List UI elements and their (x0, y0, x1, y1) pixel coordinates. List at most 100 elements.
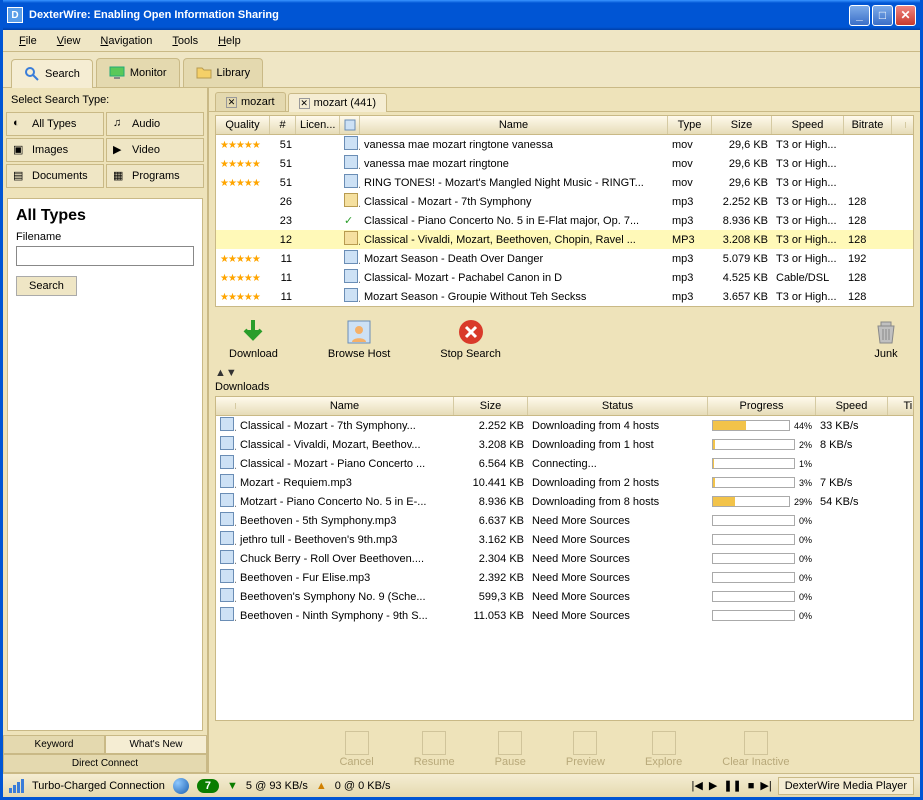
resume-icon (422, 731, 446, 755)
download-row[interactable]: Mozart - Requiem.mp310.441 KBDownloading… (216, 473, 913, 492)
menu-navigation[interactable]: Navigation (92, 33, 160, 49)
resume-button[interactable]: Resume (414, 731, 455, 768)
col-size[interactable]: Size (712, 116, 772, 134)
type-documents[interactable]: ▤Documents (6, 164, 104, 188)
preview-button[interactable]: Preview (566, 731, 605, 768)
search-icon (24, 66, 40, 82)
clear-inactive-button[interactable]: Clear Inactive (722, 731, 789, 768)
media-next-button[interactable]: ▶| (760, 779, 771, 792)
stop-search-button[interactable]: Stop Search (440, 318, 501, 360)
col-name[interactable]: Name (360, 116, 668, 134)
col-type[interactable]: Type (668, 116, 712, 134)
tab-direct-connect[interactable]: Direct Connect (3, 754, 207, 773)
browse-host-button[interactable]: Browse Host (328, 318, 390, 360)
downloads-table: Name Size Status Progress Speed Time Cla… (215, 396, 914, 721)
file-icon (216, 569, 236, 586)
cancel-button[interactable]: Cancel (339, 731, 373, 768)
statusbar: Turbo-Charged Connection 7 ▼5 @ 93 KB/s … (3, 773, 920, 797)
menu-tools[interactable]: Tools (164, 33, 206, 49)
download-row[interactable]: Classical - Vivaldi, Mozart, Beethov...3… (216, 435, 913, 454)
tab-library[interactable]: Library (183, 58, 264, 87)
media-stop-button[interactable]: ■ (748, 780, 755, 792)
clear-icon (744, 731, 768, 755)
col-speed[interactable]: Speed (772, 116, 844, 134)
menu-help[interactable]: Help (210, 33, 249, 49)
col-icon[interactable] (340, 116, 360, 134)
result-row[interactable]: ★★★★★11Mozart Season - Groupie Without T… (216, 287, 913, 306)
search-tab[interactable]: ✕mozart (441) (288, 93, 387, 112)
col-num[interactable]: # (270, 116, 296, 134)
media-play-button[interactable]: ▶ (709, 779, 717, 792)
filename-input[interactable] (16, 246, 194, 266)
result-row[interactable]: 23✓Classical - Piano Concerto No. 5 in E… (216, 211, 913, 230)
result-row[interactable]: ★★★★★51RING TONES! - Mozart's Mangled Ni… (216, 173, 913, 192)
result-row[interactable]: ★★★★★11Classical- Mozart - Pachabel Cano… (216, 268, 913, 287)
pause-button[interactable]: Pause (495, 731, 526, 768)
download-row[interactable]: Beethoven - Fur Elise.mp32.392 KBNeed Mo… (216, 568, 913, 587)
close-button[interactable]: ✕ (895, 5, 916, 26)
downloads-label: Downloads (209, 378, 920, 396)
search-button[interactable]: Search (16, 276, 77, 296)
menu-view[interactable]: View (49, 33, 89, 49)
type-programs[interactable]: ▦Programs (106, 164, 204, 188)
download-row[interactable]: Beethoven's Symphony No. 9 (Sche...599,3… (216, 587, 913, 606)
media-player-label[interactable]: DexterWire Media Player (778, 777, 914, 795)
tab-monitor[interactable]: Monitor (96, 58, 180, 87)
download-row[interactable]: jethro tull - Beethoven's 9th.mp33.162 K… (216, 530, 913, 549)
upload-stats: 0 @ 0 KB/s (335, 780, 391, 792)
type-icon: ▤ (13, 169, 27, 183)
dlcol-time[interactable]: Time (888, 397, 914, 415)
results-body[interactable]: ★★★★★51vanessa mae mozart ringtone vanes… (216, 135, 913, 306)
right-panel: ✕mozart✕mozart (441) Quality # Licen... … (209, 88, 920, 773)
minimize-button[interactable]: _ (849, 5, 870, 26)
download-arrow-icon: ▼ (227, 780, 238, 792)
result-actions: Download Browse Host Stop Search Junk (209, 310, 920, 368)
dlcol-progress[interactable]: Progress (708, 397, 816, 415)
titlebar[interactable]: D DexterWire: Enabling Open Information … (3, 0, 920, 30)
menubar: File View Navigation Tools Help (3, 30, 920, 52)
type-icon: ◐ (13, 117, 27, 131)
type-images[interactable]: ▣Images (6, 138, 104, 162)
cancel-icon (345, 731, 369, 755)
dlcol-status[interactable]: Status (528, 397, 708, 415)
col-quality[interactable]: Quality (216, 116, 270, 134)
download-row[interactable]: Beethoven - 5th Symphony.mp36.637 KBNeed… (216, 511, 913, 530)
result-row[interactable]: 12Classical - Vivaldi, Mozart, Beethoven… (216, 230, 913, 249)
file-icon (216, 512, 236, 529)
type-audio[interactable]: ♫Audio (106, 112, 204, 136)
explore-button[interactable]: Explore (645, 731, 682, 768)
tab-search[interactable]: Search (11, 59, 93, 88)
type-all-types[interactable]: ◐All Types (6, 112, 104, 136)
col-license[interactable]: Licen... (296, 116, 340, 134)
media-pause-button[interactable]: ❚❚ (723, 779, 741, 792)
download-row[interactable]: Classical - Mozart - 7th Symphony...2.25… (216, 416, 913, 435)
tab-keyword[interactable]: Keyword (3, 735, 105, 754)
download-button[interactable]: Download (229, 318, 278, 360)
splitter[interactable]: ▲▼ (209, 368, 920, 378)
tab-whatsnew[interactable]: What's New (105, 735, 207, 754)
dlcol-size[interactable]: Size (454, 397, 528, 415)
file-icon (216, 436, 236, 453)
browse-host-icon (345, 318, 373, 346)
result-row[interactable]: ★★★★★51vanessa mae mozart ringtonemov29,… (216, 154, 913, 173)
download-row[interactable]: Chuck Berry - Roll Over Beethoven....2.3… (216, 549, 913, 568)
download-row[interactable]: Classical - Mozart - Piano Concerto ...6… (216, 454, 913, 473)
media-controls: |◀ ▶ ❚❚ ■ ▶| DexterWire Media Player (692, 777, 914, 795)
media-prev-button[interactable]: |◀ (692, 779, 703, 792)
downloads-body[interactable]: Classical - Mozart - 7th Symphony...2.25… (216, 416, 913, 720)
type-video[interactable]: ▶Video (106, 138, 204, 162)
close-tab-icon[interactable]: ✕ (299, 98, 310, 109)
result-row[interactable]: ★★★★★51vanessa mae mozart ringtone vanes… (216, 135, 913, 154)
dlcol-speed[interactable]: Speed (816, 397, 888, 415)
result-row[interactable]: 26Classical - Mozart - 7th Symphonymp32.… (216, 192, 913, 211)
maximize-button[interactable]: □ (872, 5, 893, 26)
close-tab-icon[interactable]: ✕ (226, 97, 237, 108)
result-row[interactable]: ★★★★★11Mozart Season - Death Over Danger… (216, 249, 913, 268)
col-bitrate[interactable]: Bitrate (844, 116, 892, 134)
dlcol-name[interactable]: Name (236, 397, 454, 415)
search-tab[interactable]: ✕mozart (215, 92, 286, 111)
junk-button[interactable]: Junk (872, 318, 900, 360)
download-row[interactable]: Beethoven - Ninth Symphony - 9th S...11.… (216, 606, 913, 625)
menu-file[interactable]: File (11, 33, 45, 49)
download-row[interactable]: Motzart - Piano Concerto No. 5 in E-...8… (216, 492, 913, 511)
